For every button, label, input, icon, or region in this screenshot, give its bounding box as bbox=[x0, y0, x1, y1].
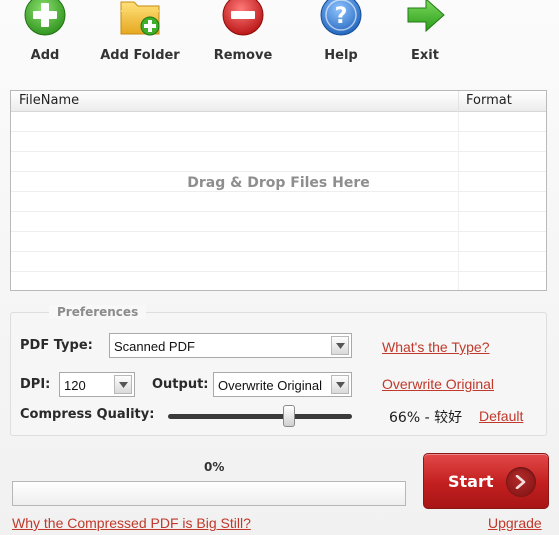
add-button[interactable]: Add bbox=[14, 0, 76, 72]
output-label: Output: bbox=[152, 377, 209, 392]
whats-the-type-link[interactable]: What's the Type? bbox=[382, 339, 489, 355]
file-list-header: FileName Format bbox=[11, 91, 546, 112]
exit-button[interactable]: Exit bbox=[398, 0, 452, 72]
slider-handle[interactable] bbox=[283, 405, 295, 427]
help-button[interactable]: ? Help bbox=[314, 0, 368, 72]
minus-circle-icon bbox=[222, 0, 264, 36]
compress-quality-slider[interactable] bbox=[168, 405, 352, 427]
add-folder-label: Add Folder bbox=[100, 48, 180, 63]
remove-button[interactable]: Remove bbox=[206, 0, 280, 72]
file-list[interactable]: FileName Format Drag & Drop Files Here bbox=[10, 90, 547, 291]
pdf-type-dropdown-button[interactable] bbox=[331, 336, 349, 355]
column-divider bbox=[458, 112, 459, 290]
start-button[interactable]: Start bbox=[423, 453, 549, 509]
table-row bbox=[11, 231, 546, 232]
help-label: Help bbox=[324, 48, 358, 63]
output-value: Overwrite Original bbox=[218, 378, 323, 393]
progress-percent: 0% bbox=[204, 460, 225, 474]
table-row bbox=[11, 171, 546, 172]
table-row bbox=[11, 211, 546, 212]
dpi-label: DPI: bbox=[20, 377, 51, 392]
chevron-right-icon bbox=[515, 475, 526, 489]
dpi-dropdown-button[interactable] bbox=[114, 375, 132, 394]
remove-label: Remove bbox=[213, 48, 273, 63]
column-filename[interactable]: FileName bbox=[19, 93, 79, 108]
table-row bbox=[11, 151, 546, 152]
output-select[interactable]: Overwrite Original bbox=[213, 372, 352, 397]
table-row bbox=[11, 271, 546, 272]
drop-hint: Drag & Drop Files Here bbox=[187, 175, 370, 191]
column-separator bbox=[458, 91, 459, 112]
chevron-down-icon bbox=[119, 382, 128, 388]
table-row bbox=[11, 131, 546, 132]
pdf-type-value: Scanned PDF bbox=[114, 339, 195, 354]
add-label: Add bbox=[30, 48, 60, 63]
start-label: Start bbox=[448, 472, 494, 491]
question-circle-icon: ? bbox=[320, 0, 362, 36]
table-row bbox=[11, 191, 546, 192]
upgrade-link[interactable]: Upgrade bbox=[488, 515, 542, 531]
dpi-select[interactable]: 120 bbox=[59, 372, 135, 397]
add-folder-button[interactable]: Add Folder bbox=[96, 0, 184, 72]
arrow-right-icon bbox=[407, 0, 445, 33]
overwrite-original-link[interactable]: Overwrite Original bbox=[382, 376, 494, 392]
pdf-type-select[interactable]: Scanned PDF bbox=[109, 333, 352, 358]
progress-bar bbox=[12, 481, 406, 506]
table-row bbox=[11, 251, 546, 252]
default-link[interactable]: Default bbox=[479, 408, 523, 424]
pdf-type-label: PDF Type: bbox=[20, 338, 93, 353]
toolbar: Add Add Folder Remove ? Help Exit bbox=[0, 0, 559, 82]
file-list-rows bbox=[11, 112, 546, 290]
chevron-down-icon bbox=[336, 343, 345, 349]
start-circle bbox=[506, 467, 536, 497]
output-dropdown-button[interactable] bbox=[331, 375, 349, 394]
plus-circle-icon bbox=[24, 0, 66, 36]
svg-text:?: ? bbox=[335, 4, 348, 29]
compress-quality-label: Compress Quality: bbox=[20, 407, 155, 422]
quality-readout: 66% - 较好 bbox=[389, 410, 463, 426]
preferences-legend: Preferences bbox=[49, 305, 147, 319]
chevron-down-icon bbox=[336, 382, 345, 388]
exit-label: Exit bbox=[411, 48, 439, 63]
dpi-value: 120 bbox=[64, 378, 86, 393]
preferences-panel: Preferences PDF Type: Scanned PDF What's… bbox=[10, 305, 547, 436]
column-format[interactable]: Format bbox=[466, 93, 512, 108]
why-compressed-big-link[interactable]: Why the Compressed PDF is Big Still? bbox=[12, 515, 251, 531]
folder-plus-icon bbox=[120, 1, 160, 36]
